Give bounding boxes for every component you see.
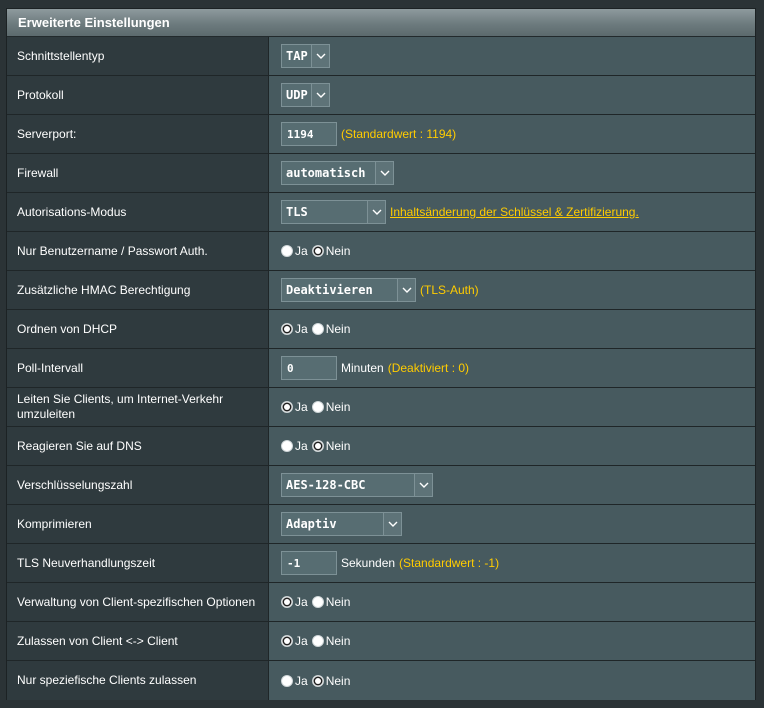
radio-yes[interactable]	[281, 596, 293, 608]
radio-yes[interactable]	[281, 674, 293, 687]
protocol-select[interactable]: UDP	[281, 83, 330, 107]
radio-yes[interactable]	[281, 245, 293, 257]
tls-renegotiation-hint: (Standardwert : -1)	[399, 556, 500, 570]
row-label: Komprimieren	[7, 505, 269, 543]
radio-yes[interactable]	[281, 635, 293, 647]
row-tls-renegotiation: TLS Neuverhandlungszeit -1 Sekunden (Sta…	[7, 544, 755, 583]
row-client-specific-options: Verwaltung von Client-spezifischen Optio…	[7, 583, 755, 622]
radio-no[interactable]	[311, 440, 324, 452]
chevron-down-icon	[383, 513, 401, 535]
compression-select[interactable]: Adaptiv	[281, 512, 402, 536]
tls-renegotiation-input[interactable]: -1	[281, 551, 337, 575]
row-label: Reagieren Sie auf DNS	[7, 427, 269, 465]
chevron-down-icon	[397, 279, 415, 301]
row-firewall: Firewall automatisch	[7, 154, 755, 193]
tls-renegotiation-unit: Sekunden	[341, 556, 396, 570]
auth-mode-select[interactable]: TLS	[281, 200, 386, 224]
row-label: TLS Neuverhandlungszeit	[7, 544, 269, 582]
row-label: Protokoll	[7, 76, 269, 114]
row-label: Poll-Intervall	[7, 349, 269, 387]
row-label: Firewall	[7, 154, 269, 192]
cipher-select[interactable]: AES-128-CBC	[281, 473, 433, 497]
radio-no[interactable]	[311, 674, 324, 687]
row-label: Zulassen von Client <-> Client	[7, 622, 269, 660]
row-label: Verwaltung von Client-spezifischen Optio…	[7, 583, 269, 621]
hmac-hint: (TLS-Auth)	[420, 283, 479, 297]
row-client-to-client: Zulassen von Client <-> Client Ja Nein	[7, 622, 755, 661]
row-label: Autorisations-Modus	[7, 193, 269, 231]
row-label: Verschlüsselungszahl	[7, 466, 269, 504]
row-server-port: Serverport: 1194 (Standardwert : 1194)	[7, 115, 755, 154]
poll-interval-unit: Minuten	[341, 361, 384, 375]
row-respond-dns: Reagieren Sie auf DNS Ja Nein	[7, 427, 755, 466]
row-label: Ordnen von DHCP	[7, 310, 269, 348]
row-label: Nur Benutzername / Passwort Auth.	[7, 232, 269, 270]
row-label: Schnittstellentyp	[7, 37, 269, 75]
radio-no[interactable]	[311, 401, 324, 413]
panel-title: Erweiterte Einstellungen	[7, 9, 755, 37]
row-protocol: Protokoll UDP	[7, 76, 755, 115]
change-keys-certificates-link[interactable]: Inhaltsänderung der Schlüssel & Zertifiz…	[390, 205, 639, 219]
row-auth-mode: Autorisations-Modus TLS Inhaltsänderung …	[7, 193, 755, 232]
radio-no[interactable]	[311, 245, 324, 257]
radio-no[interactable]	[311, 596, 324, 608]
interface-type-select[interactable]: TAP	[281, 44, 330, 68]
chevron-down-icon	[375, 162, 393, 184]
chevron-down-icon	[414, 474, 432, 496]
advanced-settings-panel: Erweiterte Einstellungen Schnittstellent…	[6, 8, 756, 700]
server-port-hint: (Standardwert : 1194)	[341, 127, 457, 141]
row-label: Leiten Sie Clients, um Internet-Verkehr …	[7, 388, 269, 426]
chevron-down-icon	[311, 45, 329, 67]
chevron-down-icon	[367, 201, 385, 223]
row-poll-interval: Poll-Intervall 0 Minuten (Deaktiviert : …	[7, 349, 755, 388]
radio-yes[interactable]	[281, 323, 293, 335]
hmac-auth-select[interactable]: Deaktivieren	[281, 278, 416, 302]
row-redirect-internet: Leiten Sie Clients, um Internet-Verkehr …	[7, 388, 755, 427]
poll-interval-input[interactable]: 0	[281, 356, 337, 380]
row-interface-type: Schnittstellentyp TAP	[7, 37, 755, 76]
radio-no[interactable]	[311, 635, 324, 647]
radio-no[interactable]	[311, 323, 324, 335]
row-allow-specific-clients: Nur speziefische Clients zulassen Ja Nei…	[7, 661, 755, 700]
row-dhcp: Ordnen von DHCP Ja Nein	[7, 310, 755, 349]
row-username-password-only: Nur Benutzername / Passwort Auth. Ja Nei…	[7, 232, 755, 271]
row-label: Nur speziefische Clients zulassen	[7, 661, 269, 700]
firewall-select[interactable]: automatisch	[281, 161, 394, 185]
row-label: Zusätzliche HMAC Berechtigung	[7, 271, 269, 309]
row-label: Serverport:	[7, 115, 269, 153]
row-cipher: Verschlüsselungszahl AES-128-CBC	[7, 466, 755, 505]
server-port-input[interactable]: 1194	[281, 122, 337, 146]
radio-yes[interactable]	[281, 440, 293, 452]
row-hmac-auth: Zusätzliche HMAC Berechtigung Deaktivier…	[7, 271, 755, 310]
poll-interval-hint: (Deaktiviert : 0)	[387, 361, 470, 375]
radio-yes[interactable]	[281, 401, 293, 413]
row-compression: Komprimieren Adaptiv	[7, 505, 755, 544]
chevron-down-icon	[311, 84, 329, 106]
